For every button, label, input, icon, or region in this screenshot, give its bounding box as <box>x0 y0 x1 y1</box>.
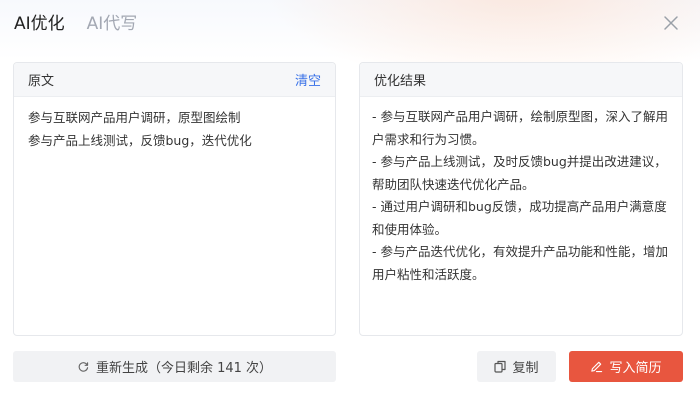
tab-ai-optimize[interactable]: AI优化 <box>14 12 65 36</box>
result-panel: 优化结果 - 参与互联网产品用户调研，绘制原型图，深入了解用户需求和行为习惯。 -… <box>359 62 683 336</box>
write-resume-label: 写入简历 <box>609 361 662 376</box>
original-text-area[interactable]: 参与互联网产品用户调研，原型图绘制 参与产品上线测试，反馈bug，迭代优化 <box>14 97 335 152</box>
pen-icon <box>590 360 603 373</box>
result-bullet: - 通过用户调研和bug反馈，成功提高产品用户满意度和使用体验。 <box>372 199 667 237</box>
original-panel-header: 原文 清空 <box>14 63 335 97</box>
original-line: 参与产品上线测试，反馈bug，迭代优化 <box>28 132 252 148</box>
copy-icon <box>494 360 507 373</box>
result-panel-header: 优化结果 <box>360 63 682 97</box>
tab-ai-write[interactable]: AI代写 <box>87 12 138 36</box>
original-line: 参与互联网产品用户调研，原型图绘制 <box>28 110 241 125</box>
refresh-icon <box>77 360 90 373</box>
copy-button[interactable]: 复制 <box>477 351 556 382</box>
mode-tabs: AI优化 AI代写 <box>14 12 159 36</box>
regenerate-button[interactable]: 重新生成（今日剩余 141 次） <box>13 351 336 382</box>
copy-label: 复制 <box>512 361 539 376</box>
ai-optimize-dialog: AI优化 AI代写 原文 清空 参与互联网产品用户调研，原型图绘制 参与产品上线… <box>0 0 700 396</box>
result-bullet: - 参与互联网产品用户调研，绘制原型图，深入了解用户需求和行为习惯。 <box>372 109 668 147</box>
original-panel-title: 原文 <box>28 74 55 89</box>
original-panel: 原文 清空 参与互联网产品用户调研，原型图绘制 参与产品上线测试，反馈bug，迭… <box>13 62 336 336</box>
result-panel-title: 优化结果 <box>374 74 427 89</box>
close-icon[interactable] <box>662 14 680 32</box>
clear-button[interactable]: 清空 <box>295 70 321 89</box>
write-resume-button[interactable]: 写入简历 <box>569 351 683 382</box>
regenerate-label: 重新生成（今日剩余 141 次） <box>95 361 273 376</box>
result-bullet: - 参与产品上线测试，及时反馈bug并提出改进建议，帮助团队快速迭代优化产品。 <box>372 154 667 192</box>
result-text: - 参与互联网产品用户调研，绘制原型图，深入了解用户需求和行为习惯。 - 参与产品… <box>360 97 682 286</box>
result-bullet: - 参与产品迭代优化，有效提升产品功能和性能，增加用户粘性和活跃度。 <box>372 244 668 282</box>
